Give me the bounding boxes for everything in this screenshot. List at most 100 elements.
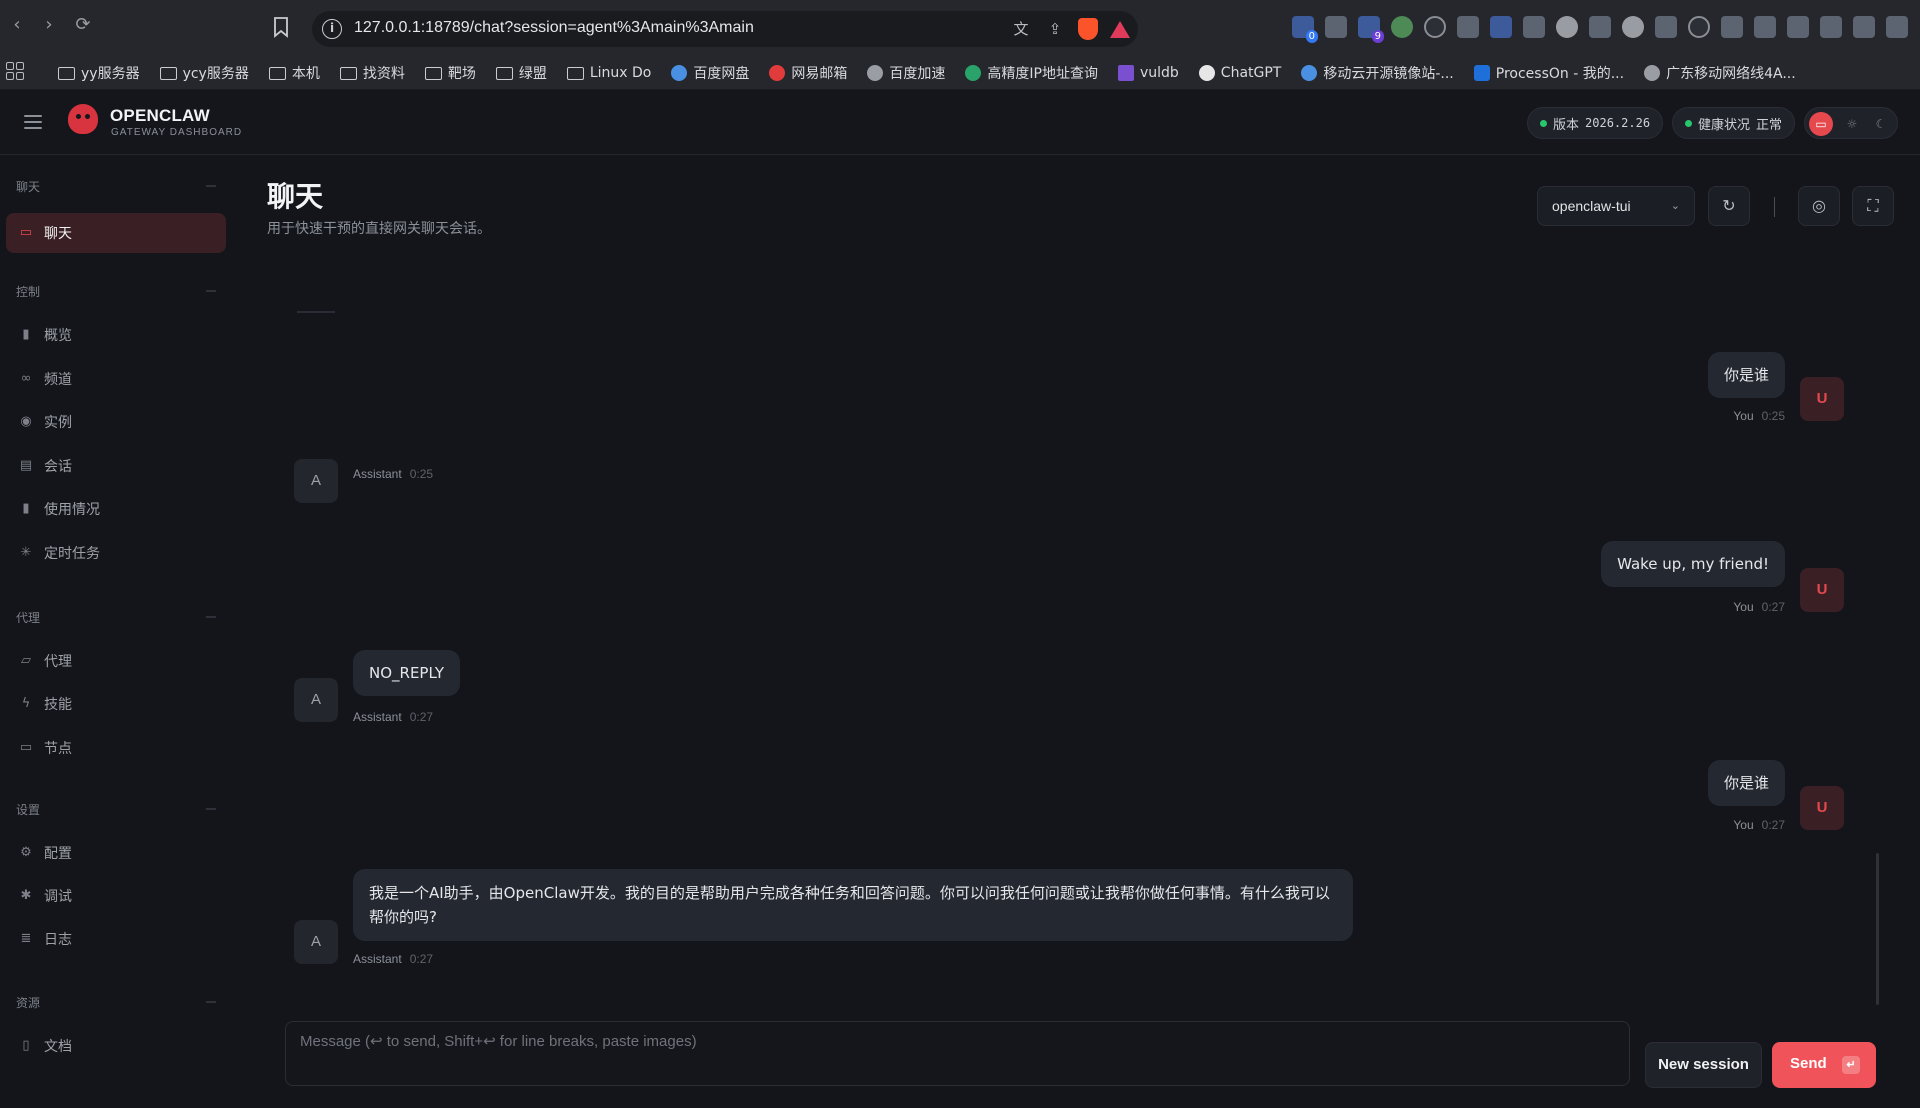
sidebar-section-title: 控制	[16, 285, 41, 299]
address-bar[interactable]: i 127.0.0.1:18789/chat?session=agent%3Am…	[312, 11, 1138, 47]
bookmark-label: 百度加速	[889, 66, 946, 82]
bookmark-item[interactable]: ycy服务器	[159, 63, 249, 83]
bookmark-item[interactable]: 本机	[268, 63, 320, 83]
bookmark-item[interactable]: vuldb	[1117, 65, 1179, 81]
openclaw-logo-icon	[68, 104, 98, 134]
sun-icon[interactable]: ☼	[1840, 112, 1864, 136]
sidebar-item[interactable]: ▯ 文档	[6, 1026, 226, 1066]
section-collapse-icon[interactable]	[206, 616, 216, 618]
bookmark-item[interactable]: Linux Do	[566, 65, 651, 81]
menu-icon[interactable]	[1886, 16, 1908, 38]
health-badge: 健康状况 正常	[1672, 107, 1796, 139]
refresh-icon: ↻	[1722, 196, 1736, 215]
bookmark-item[interactable]: ChatGPT	[1198, 65, 1281, 81]
sidebar-item[interactable]: ◉ 实例	[6, 402, 226, 442]
apps-grid-icon[interactable]	[6, 62, 24, 80]
focus-mode-button[interactable]: ⛶	[1852, 186, 1894, 226]
location-pin-icon[interactable]	[1490, 16, 1512, 38]
bookmark-label: 本机	[291, 66, 320, 82]
vpn-shield-icon[interactable]	[1853, 16, 1875, 38]
monitor-theme-icon[interactable]: ▭	[1809, 112, 1833, 136]
section-collapse-icon[interactable]	[206, 185, 216, 187]
sidebar-item[interactable]: ▮ 使用情况	[6, 489, 226, 529]
bookmark-icon[interactable]	[272, 16, 290, 38]
extension-icon[interactable]: 9	[1358, 16, 1384, 43]
puzzle-icon[interactable]	[1688, 16, 1710, 38]
sidebar-item[interactable]: ▮ 概览	[6, 315, 226, 355]
send-button[interactable]: Send ↵	[1772, 1042, 1876, 1088]
thinking-toggle-button[interactable]: ◎	[1798, 186, 1840, 226]
section-collapse-icon[interactable]	[206, 808, 216, 810]
globe-icon	[1644, 65, 1661, 81]
back-icon[interactable]: ‹	[6, 14, 28, 36]
message-time: 0:27	[409, 952, 434, 966]
sidebar-item[interactable]: ⚙ 配置	[6, 833, 226, 873]
sidebar-item-label: 代理	[44, 654, 72, 670]
extension-icon[interactable]	[1523, 16, 1545, 38]
share-icon[interactable]: ⇪	[1044, 18, 1066, 40]
reload-icon[interactable]: ⟳	[72, 14, 94, 36]
leo-ai-icon[interactable]	[1820, 16, 1842, 38]
sidebar-item[interactable]: ✱ 调试	[6, 876, 226, 916]
message-sender: Assistant	[353, 467, 402, 481]
new-session-button[interactable]: New session	[1645, 1042, 1762, 1088]
message-time: 0:27	[409, 710, 434, 724]
bookmark-item[interactable]: ProcessOn - 我的...	[1473, 63, 1625, 83]
assistant-message-bubble: 我是一个AI助手，由OpenClaw开发。我的目的是帮助用户完成各种任务和回答问…	[353, 869, 1353, 941]
extension-icon[interactable]	[1457, 16, 1479, 38]
status-dot-icon	[1685, 119, 1692, 127]
site-info-icon[interactable]: i	[322, 19, 342, 39]
translate-icon[interactable]: 文	[1010, 18, 1032, 40]
bookmark-item[interactable]: 网易邮箱	[769, 63, 847, 83]
bookmark-label: ProcessOn - 我的...	[1495, 66, 1625, 82]
bookmark-item[interactable]: 绿盟	[495, 63, 547, 83]
brave-rewards-icon[interactable]	[1110, 20, 1130, 38]
extension-icon[interactable]	[1655, 16, 1677, 38]
hamburger-menu-icon[interactable]	[24, 115, 42, 129]
section-collapse-icon[interactable]	[206, 290, 216, 292]
bookmark-item[interactable]: 百度加速	[867, 63, 945, 83]
user-avatar: U	[1800, 786, 1844, 830]
sidebar-item-label: 节点	[44, 741, 72, 757]
extension-icon[interactable]	[1391, 16, 1413, 38]
message-sender: Assistant	[353, 710, 402, 724]
forward-icon[interactable]: ›	[38, 14, 60, 36]
brave-shield-icon[interactable]	[1078, 18, 1098, 40]
wallet-icon[interactable]	[1787, 16, 1809, 38]
bookmark-item[interactable]: 靶场	[424, 63, 476, 83]
sidebar-toggle-icon[interactable]	[1754, 16, 1776, 38]
bookmark-item[interactable]: yy服务器	[58, 63, 140, 83]
sidebar-item[interactable]: ▭ 聊天	[6, 213, 226, 253]
moon-icon[interactable]: ☾	[1869, 112, 1893, 136]
sidebar-item[interactable]: ▱ 代理	[6, 641, 226, 681]
ip-extension-icon[interactable]	[1556, 16, 1578, 38]
chat-scrollbar[interactable]	[1876, 853, 1879, 1005]
bookmark-item[interactable]: 高精度IP地址查询	[965, 63, 1098, 83]
bookmark-item[interactable]: 百度网盘	[671, 63, 749, 83]
user-message-bubble: 你是谁	[1707, 352, 1785, 398]
extension-icon[interactable]	[1589, 16, 1611, 38]
extension-icon[interactable]	[1622, 16, 1644, 38]
sidebar-item[interactable]: ▭ 节点	[6, 728, 226, 768]
bookmark-item[interactable]: 广东移动网络线4A...	[1644, 63, 1796, 83]
sidebar-item[interactable]: ϟ 技能	[6, 684, 226, 724]
bookmark-item[interactable]: 移动云开源镜像站-...	[1301, 63, 1454, 83]
book-icon: ▯	[22, 1038, 30, 1053]
screenshot-icon[interactable]	[1721, 16, 1743, 38]
extension-icon[interactable]	[1325, 16, 1347, 38]
section-collapse-icon[interactable]	[206, 1001, 216, 1003]
session-select[interactable]: openclaw-tui ⌄	[1537, 186, 1695, 226]
bar-chart-icon: ▮	[22, 327, 30, 342]
sidebar-item[interactable]: ▤ 会话	[6, 446, 226, 486]
extension-icon[interactable]: 0	[1292, 16, 1318, 43]
app-header: OPENCLAW GATEWAY DASHBOARD 版本 2026.2.26 …	[0, 91, 1920, 155]
extension-icon[interactable]	[1424, 16, 1446, 38]
enter-key-icon: ↵	[1842, 1056, 1860, 1074]
bookmark-item[interactable]: 找资料	[339, 63, 405, 83]
message-input[interactable]: Message (↩ to send, Shift+↩ for line bre…	[285, 1021, 1630, 1086]
sidebar-item[interactable]: ✳ 定时任务	[6, 533, 226, 573]
refresh-button[interactable]: ↻	[1708, 186, 1750, 226]
log-icon: ≣	[20, 931, 32, 946]
sidebar-item[interactable]: ∞ 频道	[6, 359, 226, 399]
sidebar-item[interactable]: ≣ 日志	[6, 919, 226, 959]
